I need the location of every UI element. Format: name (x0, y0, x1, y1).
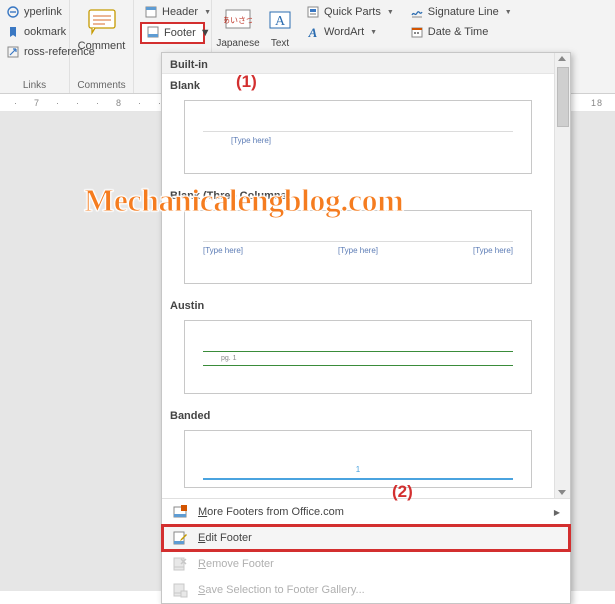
wordart-icon: A (306, 25, 320, 39)
edit-footer-item[interactable]: Edit Footer (162, 525, 570, 551)
signature-icon (410, 5, 424, 19)
footer-icon (146, 25, 160, 42)
footer-gallery[interactable]: Built-in Blank [Type here] Blank (Three … (162, 53, 554, 498)
crossref-icon (6, 45, 20, 59)
header-icon (144, 5, 158, 19)
bookmark-icon (6, 25, 20, 39)
chevron-down-icon: ▼ (204, 9, 211, 16)
edit-footer-label: Edit Footer (198, 532, 252, 544)
footer-button[interactable]: Footer ▼ (140, 22, 205, 44)
chevron-down-icon: ▼ (200, 27, 211, 39)
ruler-mark: 7 (34, 98, 40, 108)
placeholder-text: [Type here] (231, 136, 271, 145)
comment-icon (86, 6, 118, 38)
gallery-category-banded: Banded (162, 404, 554, 424)
japanese-icon: あいさつ (222, 4, 254, 36)
crossref-button[interactable]: ross-reference (2, 42, 63, 62)
gallery-category-blank3: Blank (Three Columns) (162, 184, 554, 204)
placeholder-text: [Type here] (203, 246, 243, 255)
more-footers-item[interactable]: More Footers from Office.com ▶ (162, 499, 570, 525)
placeholder-text: [Type here] (473, 246, 513, 255)
comment-label: Comment (78, 40, 126, 52)
signature-label: Signature Line (428, 6, 499, 18)
remove-footer-item: Remove Footer (162, 551, 570, 577)
gallery-item-blank[interactable]: [Type here] (184, 100, 532, 174)
save-footer-item: Save Selection to Footer Gallery... (162, 577, 570, 603)
submenu-arrow-icon: ▶ (554, 508, 560, 517)
quickparts-label: Quick Parts (324, 6, 381, 18)
datetime-icon (410, 25, 424, 39)
svg-text:あいさつ: あいさつ (224, 16, 252, 25)
datetime-button[interactable]: Date & Time (406, 22, 516, 42)
ruler-mark: 18 (591, 98, 603, 108)
austin-pg: pg. 1 (221, 355, 237, 362)
gallery-category-builtin: Built-in (162, 53, 554, 74)
footer-dropdown: Built-in Blank [Type here] Blank (Three … (161, 52, 571, 604)
remove-footer-label: Remove Footer (198, 558, 274, 570)
banded-num: 1 (203, 465, 513, 474)
signature-line-button[interactable]: Signature Line ▼ (406, 2, 516, 22)
group-comments: Comment Comments (70, 0, 134, 93)
gallery-item-austin[interactable]: pg. 1 (184, 320, 532, 394)
comment-button[interactable]: Comment (73, 4, 131, 76)
svg-text:A: A (275, 14, 286, 29)
gallery-scrollbar[interactable] (554, 53, 570, 498)
hyperlink-label: yperlink (24, 6, 62, 18)
datetime-label: Date & Time (428, 26, 489, 38)
quickparts-icon (306, 5, 320, 19)
header-button[interactable]: Header ▼ (140, 2, 205, 22)
footer-label: Footer (164, 27, 196, 39)
ruler-mark: 8 (116, 98, 122, 108)
hyperlink-button[interactable]: yperlink (2, 2, 63, 22)
more-footers-label: More Footers from Office.com (198, 506, 344, 518)
wordart-label: WordArt (324, 26, 364, 38)
gallery-category-austin: Austin (162, 294, 554, 314)
office-icon (172, 504, 188, 520)
group-links-label: Links (0, 80, 69, 91)
group-comments-label: Comments (70, 80, 133, 91)
header-label: Header (162, 6, 198, 18)
chevron-down-icon: ▼ (370, 29, 377, 36)
bookmark-button[interactable]: ookmark (2, 22, 63, 42)
bookmark-label: ookmark (24, 26, 66, 38)
textbox-icon: A (264, 4, 296, 36)
chevron-down-icon: ▼ (505, 9, 512, 16)
gallery-category-blank: Blank (162, 74, 554, 94)
textbox-label: Text (271, 38, 289, 49)
gallery-item-blank3[interactable]: [Type here] [Type here] [Type here] (184, 210, 532, 284)
chevron-down-icon: ▼ (387, 9, 394, 16)
hyperlink-icon (6, 5, 20, 19)
placeholder-text: [Type here] (338, 246, 378, 255)
remove-footer-icon (172, 556, 188, 572)
save-gallery-icon (172, 582, 188, 598)
wordart-button[interactable]: A WordArt ▼ (302, 22, 398, 42)
group-links: yperlink ookmark ross-reference Links (0, 0, 70, 93)
japanese-label: Japanese (216, 38, 259, 49)
gallery-item-banded[interactable]: 1 (184, 430, 532, 488)
save-footer-label: Save Selection to Footer Gallery... (198, 584, 365, 596)
svg-text:A: A (308, 25, 318, 39)
scrollbar-thumb[interactable] (557, 67, 569, 127)
quickparts-button[interactable]: Quick Parts ▼ (302, 2, 398, 22)
edit-footer-icon (172, 530, 188, 546)
